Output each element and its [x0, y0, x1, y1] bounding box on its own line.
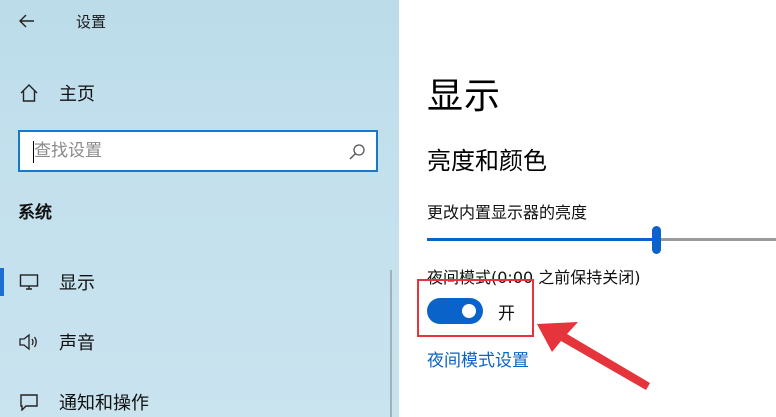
section-title: 亮度和颜色 — [427, 147, 547, 175]
sidebar-item-label: 显示 — [59, 273, 95, 294]
title-bar: 设置 — [0, 0, 399, 42]
back-arrow-icon — [19, 14, 34, 28]
section-heading: 系统 — [18, 203, 52, 223]
slider-track — [661, 238, 776, 241]
slider-track-fill — [427, 238, 652, 241]
main-content: 显示 亮度和颜色 更改内置显示器的亮度 夜间模式(0:00 之前保持关闭) 开 … — [399, 0, 776, 417]
app-title: 设置 — [76, 13, 107, 31]
annotation-highlight-box — [417, 279, 534, 337]
search-icon[interactable] — [348, 143, 366, 161]
sidebar-item-label: 通知和操作 — [59, 393, 149, 414]
sidebar-item-label: 声音 — [59, 333, 95, 354]
sidebar: 设置 主页 系统 显示 — [0, 0, 399, 417]
notification-icon — [18, 391, 40, 413]
sidebar-item-notifications[interactable]: 通知和操作 — [0, 382, 399, 417]
brightness-label: 更改内置显示器的亮度 — [427, 203, 588, 222]
page-title: 显示 — [427, 76, 502, 117]
monitor-icon — [18, 271, 40, 293]
home-icon — [18, 82, 40, 104]
speaker-icon — [18, 331, 40, 353]
sidebar-scrollbar[interactable] — [390, 270, 392, 417]
active-indicator — [0, 268, 4, 296]
back-button[interactable] — [12, 6, 42, 36]
sidebar-item-home[interactable]: 主页 — [0, 74, 399, 112]
sidebar-item-sound[interactable]: 声音 — [0, 322, 399, 362]
sidebar-item-display[interactable]: 显示 — [0, 262, 399, 302]
search-box[interactable] — [18, 130, 378, 172]
night-light-settings-link[interactable]: 夜间模式设置 — [427, 346, 529, 371]
search-input[interactable] — [34, 138, 334, 164]
slider-thumb[interactable] — [652, 226, 661, 254]
brightness-slider[interactable] — [427, 226, 776, 254]
sidebar-item-label: 主页 — [59, 84, 95, 105]
